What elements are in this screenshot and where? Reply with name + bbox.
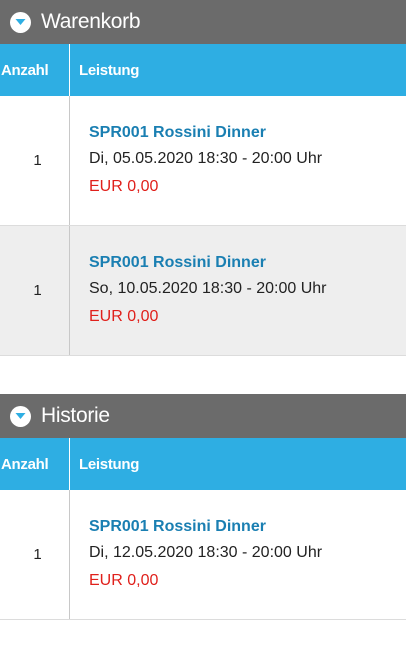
cart-title: Warenkorb bbox=[41, 10, 141, 33]
table-row: 1 SPR001 Rossini Dinner Di, 05.05.2020 1… bbox=[0, 96, 406, 226]
column-header-qty: Anzahl bbox=[0, 44, 70, 96]
row-service: SPR001 Rossini Dinner Di, 12.05.2020 18:… bbox=[70, 490, 406, 619]
row-qty: 1 bbox=[0, 226, 70, 355]
service-price: EUR 0,00 bbox=[89, 308, 159, 325]
chevron-down-icon[interactable] bbox=[10, 405, 31, 427]
column-header-service: Leistung bbox=[79, 455, 140, 473]
table-row: 1 SPR001 Rossini Dinner So, 10.05.2020 1… bbox=[0, 226, 406, 356]
history-section: Historie Anzahl Leistung 1 SPR001 Rossin… bbox=[0, 394, 406, 620]
table-row: 1 SPR001 Rossini Dinner Di, 12.05.2020 1… bbox=[0, 490, 406, 620]
chevron-down-icon[interactable] bbox=[10, 11, 31, 33]
history-section-header[interactable]: Historie bbox=[0, 394, 406, 438]
service-date: Di, 05.05.2020 18:30 - 20:00 Uhr bbox=[89, 150, 323, 167]
service-title-link[interactable]: SPR001 Rossini Dinner bbox=[89, 514, 406, 539]
service-date: So, 10.05.2020 18:30 - 20:00 Uhr bbox=[89, 280, 327, 297]
row-qty: 1 bbox=[0, 96, 70, 225]
history-column-header: Anzahl Leistung bbox=[0, 438, 406, 490]
row-service: SPR001 Rossini Dinner So, 10.05.2020 18:… bbox=[70, 226, 406, 355]
history-title: Historie bbox=[41, 404, 110, 427]
service-price: EUR 0,00 bbox=[89, 572, 159, 589]
column-header-service: Leistung bbox=[79, 61, 140, 79]
service-title-link[interactable]: SPR001 Rossini Dinner bbox=[89, 120, 406, 145]
service-title-link[interactable]: SPR001 Rossini Dinner bbox=[89, 250, 406, 275]
service-price: EUR 0,00 bbox=[89, 178, 159, 195]
row-service: SPR001 Rossini Dinner Di, 05.05.2020 18:… bbox=[70, 96, 406, 225]
cart-section-header[interactable]: Warenkorb bbox=[0, 0, 406, 44]
column-header-qty: Anzahl bbox=[0, 438, 70, 490]
cart-section: Warenkorb Anzahl Leistung 1 SPR001 Rossi… bbox=[0, 0, 406, 356]
service-date: Di, 12.05.2020 18:30 - 20:00 Uhr bbox=[89, 544, 323, 561]
row-qty: 1 bbox=[0, 490, 70, 619]
cart-column-header: Anzahl Leistung bbox=[0, 44, 406, 96]
